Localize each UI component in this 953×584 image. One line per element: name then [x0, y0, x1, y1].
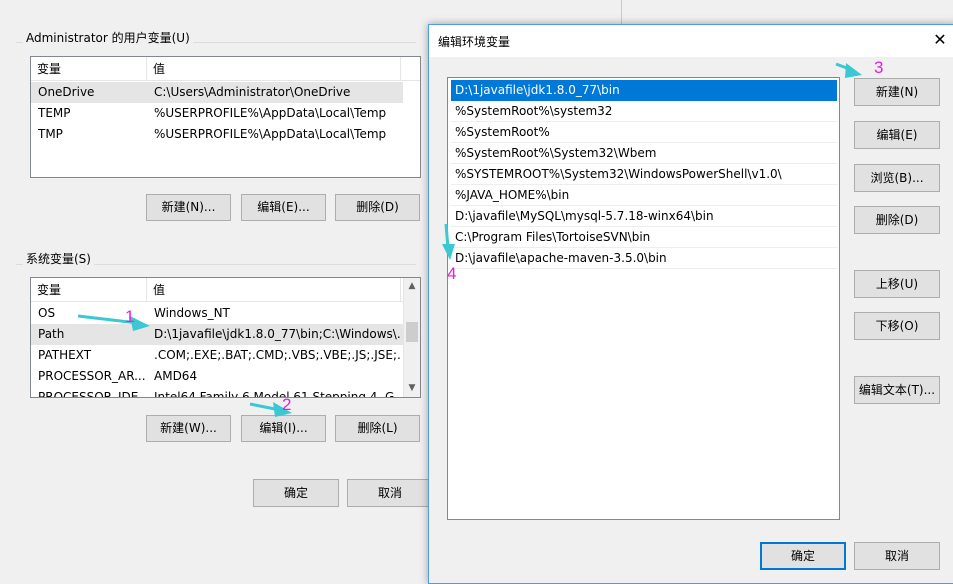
path-entry[interactable]: %SystemRoot% [451, 122, 837, 143]
path-entries-list[interactable]: D:\1javafile\jdk1.8.0_77\bin %SystemRoot… [447, 77, 840, 520]
user-vars-list[interactable]: 变量 值 OneDrive C:\Users\Administrator\One… [30, 56, 421, 178]
path-move-up-button[interactable]: 上移(U) [854, 270, 940, 298]
user-delete-button[interactable]: 删除(D) [335, 194, 420, 221]
path-entry[interactable]: D:\javafile\apache-maven-3.5.0\bin [451, 248, 837, 269]
column-header-value[interactable]: 值 [147, 278, 401, 302]
system-var-row-path[interactable]: Path D:\1javafile\jdk1.8.0_77\bin;C:\Win… [31, 324, 403, 345]
path-delete-button[interactable]: 删除(D) [854, 206, 940, 234]
user-var-row-temp[interactable]: TEMP %USERPROFILE%\AppData\Local\Temp [31, 103, 403, 124]
edit-environment-variable-dialog: 编辑环境变量 ✕ D:\1javafile\jdk1.8.0_77\bin %S… [428, 24, 953, 584]
user-var-value: %USERPROFILE%\AppData\Local\Temp [154, 127, 387, 141]
system-vars-scrollbar[interactable]: ▲ ▼ [403, 278, 420, 397]
annotation-number-3: 3 [874, 58, 884, 77]
system-var-name: PROCESSOR_AR... [38, 369, 146, 383]
scroll-up-icon[interactable]: ▲ [404, 278, 420, 295]
annotation-number-4: 4 [447, 264, 457, 283]
system-new-button[interactable]: 新建(W)... [146, 415, 231, 442]
edit-dialog-titlebar[interactable]: 编辑环境变量 ✕ [429, 25, 953, 57]
system-var-value: AMD64 [154, 369, 198, 383]
system-var-row-processor-arch[interactable]: PROCESSOR_AR... AMD64 [31, 366, 403, 387]
system-var-name: PATHEXT [38, 348, 92, 362]
path-browse-button[interactable]: 浏览(B)... [854, 164, 940, 192]
edit-ok-button[interactable]: 确定 [760, 542, 846, 570]
path-entry[interactable]: %JAVA_HOME%\bin [451, 185, 837, 206]
annotation-number-1: 1 [125, 307, 135, 326]
path-entry[interactable]: D:\1javafile\jdk1.8.0_77\bin [451, 80, 837, 101]
system-delete-button[interactable]: 删除(L) [335, 415, 420, 442]
path-entry[interactable]: D:\javafile\MySQL\mysql-5.7.18-winx64\bi… [451, 206, 837, 227]
left-ok-button[interactable]: 确定 [253, 479, 339, 507]
system-var-value: Intel64 Family 6 Model 61 Stepping 4, G.… [154, 390, 400, 398]
system-vars-group-label: 系统变量(S) [23, 250, 94, 267]
path-move-down-button[interactable]: 下移(O) [854, 312, 940, 340]
column-header-variable[interactable]: 变量 [31, 57, 147, 81]
column-header-variable[interactable]: 变量 [31, 278, 147, 302]
user-var-name: OneDrive [38, 85, 95, 99]
user-var-row-tmp[interactable]: TMP %USERPROFILE%\AppData\Local\Temp [31, 124, 403, 145]
user-var-row-onedrive[interactable]: OneDrive C:\Users\Administrator\OneDrive [31, 82, 403, 103]
path-entry[interactable]: %SystemRoot%\System32\Wbem [451, 143, 837, 164]
edit-dialog-title: 编辑环境变量 [438, 35, 511, 49]
user-edit-button[interactable]: 编辑(E)... [241, 194, 326, 221]
system-var-row-pathext[interactable]: PATHEXT .COM;.EXE;.BAT;.CMD;.VBS;.VBE;.J… [31, 345, 403, 366]
path-edit-button[interactable]: 编辑(E) [854, 121, 940, 149]
user-var-name: TEMP [38, 106, 71, 120]
path-edit-text-button[interactable]: 编辑文本(T)... [854, 376, 940, 404]
system-edit-button[interactable]: 编辑(I)... [241, 415, 326, 442]
path-entry[interactable]: C:\Program Files\TortoiseSVN\bin [451, 227, 837, 248]
system-var-name: PROCESSOR_IDE... [38, 390, 146, 398]
user-vars-group-label: Administrator 的用户变量(U) [23, 29, 193, 46]
path-entry[interactable]: %SYSTEMROOT%\System32\WindowsPowerShell\… [451, 164, 837, 185]
system-var-row-os[interactable]: OS Windows_NT [31, 303, 403, 324]
user-vars-list-header: 变量 值 [31, 57, 420, 81]
system-var-value: Windows_NT [154, 306, 230, 320]
system-var-value: D:\1javafile\jdk1.8.0_77\bin;C:\Windows\… [154, 327, 400, 341]
system-var-value: .COM;.EXE;.BAT;.CMD;.VBS;.VBE;.JS;.JSE;.… [154, 348, 400, 362]
system-var-row-processor-id[interactable]: PROCESSOR_IDE... Intel64 Family 6 Model … [31, 387, 403, 398]
user-var-value: %USERPROFILE%\AppData\Local\Temp [154, 106, 387, 120]
scrollbar-thumb[interactable] [406, 322, 418, 342]
user-var-name: TMP [38, 127, 63, 141]
path-new-button[interactable]: 新建(N) [854, 78, 940, 106]
path-entry[interactable]: %SystemRoot%\system32 [451, 101, 837, 122]
annotation-number-2: 2 [282, 395, 292, 414]
edit-cancel-button[interactable]: 取消 [854, 542, 940, 570]
system-vars-list[interactable]: 变量 值 OS Windows_NT Path D:\1javafile\jdk… [30, 277, 421, 398]
system-var-name: Path [38, 327, 65, 341]
scroll-down-icon[interactable]: ▼ [404, 380, 420, 397]
system-vars-list-header: 变量 值 [31, 278, 403, 302]
left-cancel-button[interactable]: 取消 [347, 479, 433, 507]
column-header-value[interactable]: 值 [147, 57, 401, 81]
user-var-value: C:\Users\Administrator\OneDrive [154, 85, 351, 99]
close-icon[interactable]: ✕ [929, 29, 951, 51]
user-new-button[interactable]: 新建(N)... [146, 194, 231, 221]
